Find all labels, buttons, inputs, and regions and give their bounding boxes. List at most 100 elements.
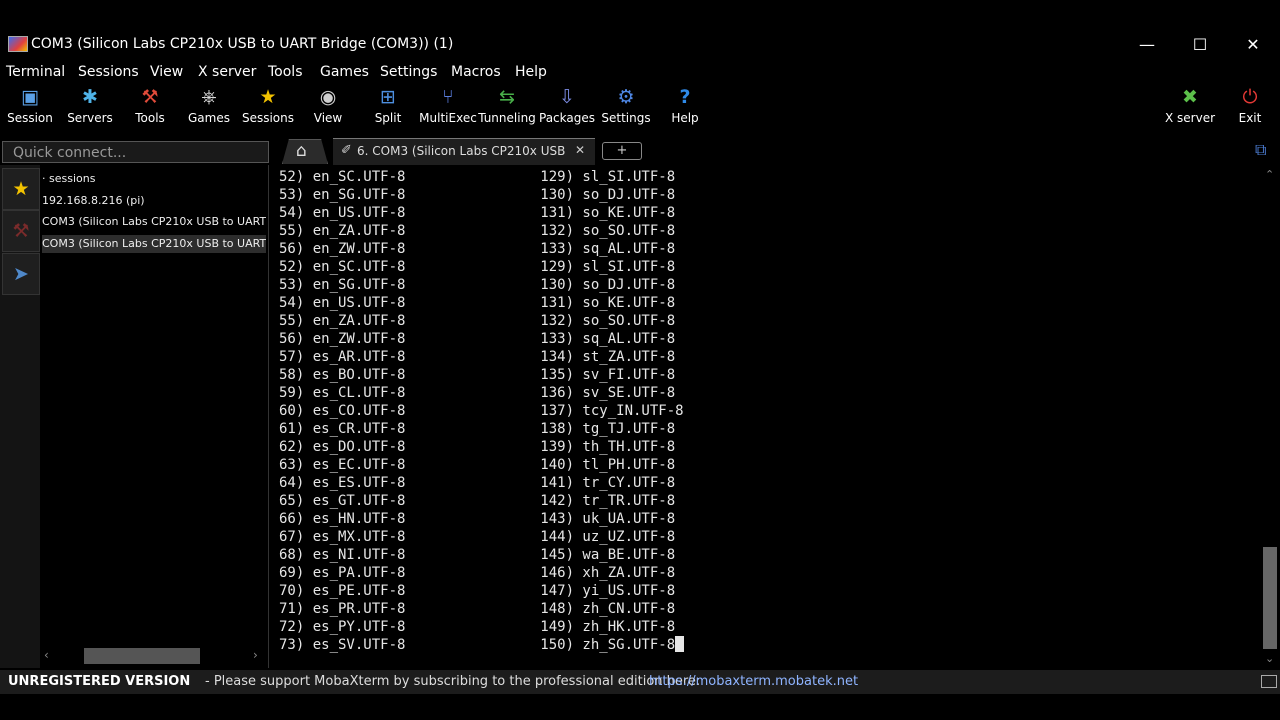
terminal-line: 59) es_CL.UTF-8 136) sv_SE.UTF-8: [279, 385, 676, 401]
tools-button[interactable]: ⚒ Tools: [120, 86, 180, 134]
maximize-button[interactable]: ☐: [1177, 30, 1223, 60]
scroll-up-icon[interactable]: ⌃: [1265, 168, 1274, 181]
multiexec-icon: ⑂: [442, 86, 454, 108]
sessions-folder[interactable]: · sessions: [42, 170, 266, 188]
terminal-line: 70) es_PE.UTF-8 147) yi_US.UTF-8: [279, 583, 676, 599]
status-bar: UNREGISTERED VERSION - Please support Mo…: [0, 670, 1280, 694]
view-button[interactable]: ◉ View: [298, 86, 358, 134]
scroll-thumb[interactable]: [84, 648, 200, 664]
terminal-line: 66) es_HN.UTF-8 143) uk_UA.UTF-8: [279, 511, 676, 527]
support-message: - Please support MobaXterm by subscribin…: [205, 674, 701, 689]
terminal-line: 52) en_SC.UTF-8 129) sl_SI.UTF-8: [279, 169, 676, 185]
mobatek-link[interactable]: https://mobaxterm.mobatek.net: [649, 670, 858, 694]
menu-x-server[interactable]: X server: [198, 64, 256, 80]
terminal-output: 52) en_SC.UTF-8 129) sl_SI.UTF-8 53) en_…: [279, 168, 685, 654]
scroll-right-icon[interactable]: ›: [253, 648, 258, 662]
tab-com3-session[interactable]: ✐ 6. COM3 (Silicon Labs CP210x USB to UA…: [333, 138, 595, 165]
scroll-down-icon[interactable]: ⌄: [1265, 652, 1274, 665]
session-icon: ▣: [21, 86, 39, 108]
star-icon: ★: [12, 178, 30, 200]
quick-connect-input[interactable]: [3, 143, 268, 163]
packages-icon: ⇩: [559, 86, 575, 108]
terminal-line: 65) es_GT.UTF-8 142) tr_TR.UTF-8: [279, 493, 676, 509]
menu-sessions[interactable]: Sessions: [78, 64, 139, 80]
monitor-icon[interactable]: [1261, 675, 1277, 688]
menu-view[interactable]: View: [150, 64, 183, 80]
games-button[interactable]: ⎈ Games: [179, 86, 239, 134]
terminal-line: 68) es_NI.UTF-8 145) wa_BE.UTF-8: [279, 547, 676, 563]
terminal-line: 55) en_ZA.UTF-8 132) so_SO.UTF-8: [279, 313, 676, 329]
window-title: COM3 (Silicon Labs CP210x USB to UART Br…: [31, 36, 454, 52]
text-cursor: [675, 636, 685, 652]
menu-macros[interactable]: Macros: [451, 64, 501, 80]
multiexec-button[interactable]: ⑂ MultiExec: [418, 86, 478, 134]
session-item-com3-selected[interactable]: COM3 (Silicon Labs CP210x USB to UART Br…: [42, 235, 266, 253]
terminal-area[interactable]: 52) en_SC.UTF-8 129) sl_SI.UTF-8 53) en_…: [274, 165, 1258, 668]
menu-tools[interactable]: Tools: [268, 64, 303, 80]
tools-icon: ⚒: [141, 86, 159, 108]
menu-terminal[interactable]: Terminal: [6, 64, 65, 80]
servers-button[interactable]: ✱ Servers: [60, 86, 120, 134]
split-icon: ⊞: [380, 86, 396, 108]
scroll-left-icon[interactable]: ‹: [44, 648, 49, 662]
new-tab-button[interactable]: +: [602, 142, 642, 160]
menu-help[interactable]: Help: [515, 64, 547, 80]
home-icon: ⌂: [296, 141, 307, 161]
terminal-line: 55) en_ZA.UTF-8 132) so_SO.UTF-8: [279, 223, 676, 239]
menu-games[interactable]: Games: [320, 64, 369, 80]
terminal-line: 73) es_SV.UTF-8 150) zh_SG.UTF-8: [279, 637, 676, 653]
terminal-line: 61) es_CR.UTF-8 138) tg_TJ.UTF-8: [279, 421, 676, 437]
terminal-vertical-scrollbar[interactable]: ⌃ ⌄: [1260, 165, 1280, 668]
terminal-line: 69) es_PA.UTF-8 146) xh_ZA.UTF-8: [279, 565, 676, 581]
terminal-line: 58) es_BO.UTF-8 135) sv_FI.UTF-8: [279, 367, 676, 383]
exit-label: Exit: [1238, 111, 1262, 125]
attach-icon[interactable]: ⧉: [1255, 140, 1266, 160]
exit-button[interactable]: ⏻ Exit: [1220, 86, 1280, 134]
tunneling-button[interactable]: ⇆ Tunneling: [477, 86, 537, 134]
sidebar-strip: ★ ⚒ ➤: [0, 165, 41, 668]
help-icon: ?: [679, 86, 691, 108]
terminal-line: 52) en_SC.UTF-8 129) sl_SI.UTF-8: [279, 259, 676, 275]
scroll-thumb[interactable]: [1263, 547, 1277, 649]
terminal-line: 57) es_AR.UTF-8 134) st_ZA.UTF-8: [279, 349, 676, 365]
packages-button[interactable]: ⇩ Packages: [537, 86, 597, 134]
title-bar: COM3 (Silicon Labs CP210x USB to UART Br…: [0, 0, 1280, 62]
terminal-line: 62) es_DO.UTF-8 139) th_TH.UTF-8: [279, 439, 676, 455]
view-icon: ◉: [319, 86, 337, 108]
terminal-line: 54) en_US.UTF-8 131) so_KE.UTF-8: [279, 295, 676, 311]
session-button[interactable]: ▣ Session: [0, 86, 60, 134]
minimize-button[interactable]: —: [1124, 30, 1170, 60]
session-item-pi[interactable]: 192.168.8.216 (pi): [42, 192, 266, 210]
sidebar-sessions-button[interactable]: ★: [2, 168, 40, 210]
settings-button[interactable]: ⚙ Settings: [596, 86, 656, 134]
close-button[interactable]: ✕: [1230, 30, 1276, 60]
app-icon: [8, 36, 28, 52]
unregistered-label: UNREGISTERED VERSION: [8, 674, 191, 689]
terminal-line: 64) es_ES.UTF-8 141) tr_CY.UTF-8: [279, 475, 676, 491]
tools-icon: ⚒: [12, 220, 30, 242]
terminal-line: 60) es_CO.UTF-8 137) tcy_IN.UTF-8: [279, 403, 684, 419]
xserver-button[interactable]: ✖ X server: [1160, 86, 1220, 134]
terminal-line: 56) en_ZW.UTF-8 133) sq_AL.UTF-8: [279, 331, 676, 347]
tab-close-icon[interactable]: ✕: [575, 143, 585, 157]
sidebar-tools-button[interactable]: ⚒: [2, 210, 40, 252]
send-icon: ➤: [13, 263, 29, 285]
sessions-button[interactable]: ★ Sessions: [238, 86, 298, 134]
session-item-com3[interactable]: COM3 (Silicon Labs CP210x USB to UART Br…: [42, 213, 266, 231]
sessions-horizontal-scrollbar[interactable]: ‹ ›: [40, 646, 268, 666]
toolbar: ▣ Session ✱ Servers ⚒ Tools ⎈ Games ★ Se…: [0, 84, 1280, 136]
star-icon: ★: [259, 86, 277, 108]
split-button[interactable]: ⊞ Split: [358, 86, 418, 134]
help-label: Help: [671, 111, 699, 125]
sidebar-macros-button[interactable]: ➤: [2, 253, 40, 295]
terminal-line: 71) es_PR.UTF-8 148) zh_CN.UTF-8: [279, 601, 676, 617]
menu-bar: Terminal Sessions View X server Tools Ga…: [0, 62, 1280, 84]
terminal-line: 54) en_US.UTF-8 131) so_KE.UTF-8: [279, 205, 676, 221]
gamepad-icon: ⎈: [201, 86, 217, 108]
servers-icon: ✱: [82, 86, 98, 108]
terminal-line: 72) es_PY.UTF-8 149) zh_HK.UTF-8: [279, 619, 676, 635]
terminal-line: 53) en_SG.UTF-8 130) so_DJ.UTF-8: [279, 277, 676, 293]
menu-settings[interactable]: Settings: [380, 64, 437, 80]
help-button[interactable]: ? Help: [655, 86, 715, 134]
gear-icon: ⚙: [617, 86, 635, 108]
